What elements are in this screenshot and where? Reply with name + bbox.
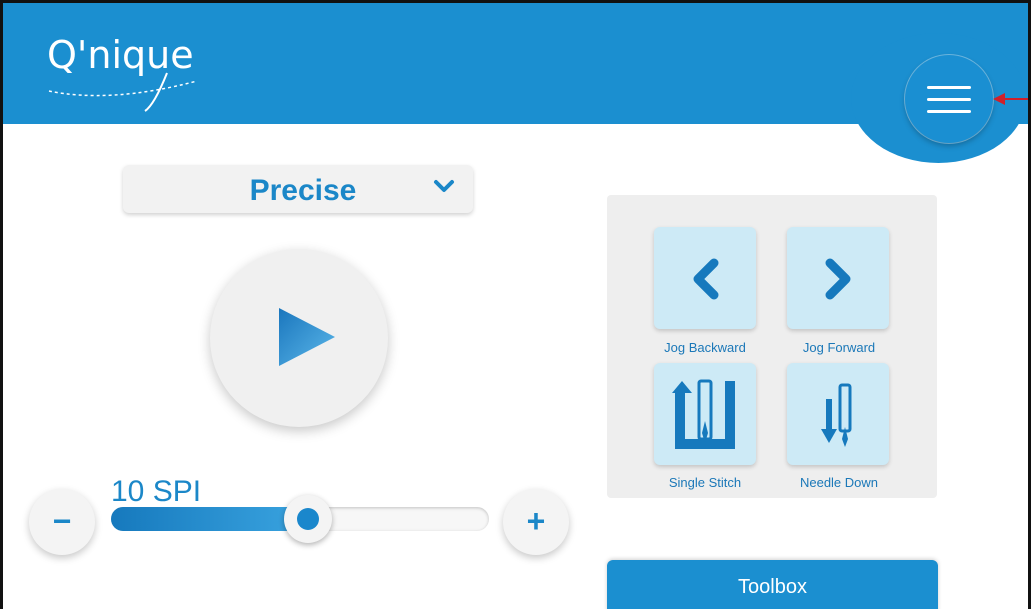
plus-icon: +: [526, 503, 546, 539]
chevron-right-icon: [825, 258, 851, 300]
minus-icon: −: [52, 503, 72, 539]
chevron-down-icon: [434, 180, 454, 192]
qnique-logo: Q'nique: [47, 33, 247, 113]
jog-backward-label: Jog Backward: [664, 340, 746, 355]
slider-fill: [111, 507, 308, 531]
single-stitch-label: Single Stitch: [668, 475, 742, 490]
chevron-left-icon: [693, 258, 719, 300]
app-screen: Q'nique Precise 10 SPI − + Jog Backward …: [0, 0, 1031, 609]
mode-dropdown[interactable]: Precise: [123, 165, 473, 213]
toolbox-button[interactable]: Toolbox: [607, 560, 938, 609]
mode-selected-value: Precise: [249, 174, 357, 207]
jog-backward-button[interactable]: [654, 227, 756, 329]
slider-thumb[interactable]: [284, 495, 332, 543]
hamburger-menu-icon: [927, 86, 971, 89]
single-stitch-button[interactable]: [654, 363, 756, 465]
slider-thumb-dot: [297, 508, 319, 530]
needle-down-label: Needle Down: [799, 475, 879, 490]
hamburger-bar: [927, 110, 971, 113]
hamburger-bar: [927, 98, 971, 101]
spi-label: 10 SPI: [111, 475, 202, 508]
jog-forward-label: Jog Forward: [802, 340, 876, 355]
logo-swoosh: [48, 72, 198, 112]
jog-forward-button[interactable]: [787, 227, 889, 329]
toolbox-label: Toolbox: [738, 576, 807, 598]
annotation-arrow-icon: [993, 93, 1028, 105]
play-button[interactable]: [210, 249, 388, 427]
needle-down-button[interactable]: [787, 363, 889, 465]
decrease-speed-button[interactable]: −: [29, 489, 95, 555]
single-stitch-icon: [672, 379, 735, 449]
hamburger-menu-button[interactable]: [905, 55, 993, 143]
increase-speed-button[interactable]: +: [503, 489, 569, 555]
needle-down-icon: [821, 383, 852, 447]
play-icon: [279, 308, 335, 366]
